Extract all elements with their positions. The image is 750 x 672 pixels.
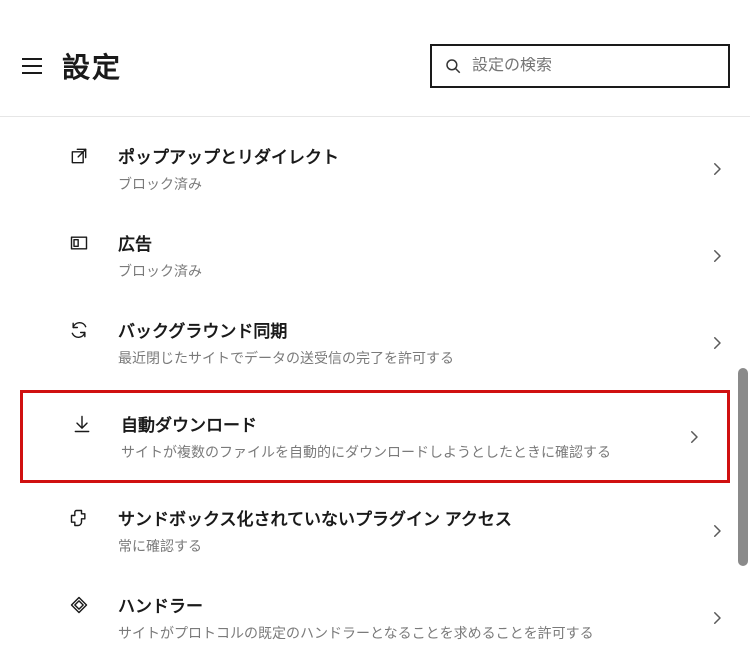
chevron-right-icon [708,334,726,352]
search-icon [444,57,462,75]
chevron-right-icon [685,428,703,446]
menu-icon[interactable] [22,58,42,74]
chevron-right-icon [708,247,726,265]
chevron-right-icon [708,522,726,540]
setting-desc: 常に確認する [118,536,700,556]
setting-row-download[interactable]: 自動ダウンロード サイトが複数のファイルを自動的にダウンロードしようとしたときに… [23,393,727,480]
chevron-right-icon [708,609,726,627]
setting-title: ポップアップとリダイレクト [118,143,700,168]
external-link-icon [68,145,90,167]
setting-title: 自動ダウンロード [121,411,677,436]
plugin-icon [68,507,90,529]
setting-desc: ブロック済み [118,174,700,194]
setting-row-external-link[interactable]: ポップアップとリダイレクト ブロック済み [0,125,750,212]
setting-title: バックグラウンド同期 [118,317,700,342]
setting-row-handler[interactable]: ハンドラー サイトがプロトコルの既定のハンドラーとなることを求めることを許可する [0,574,750,661]
chevron-right-icon [708,160,726,178]
ad-icon [68,232,90,254]
setting-desc: ブロック済み [118,261,700,281]
setting-row-plugin[interactable]: サンドボックス化されていないプラグイン アクセス 常に確認する [0,487,750,574]
scrollbar[interactable] [738,368,748,566]
setting-row-ad[interactable]: 広告 ブロック済み [0,212,750,299]
setting-title: 広告 [118,230,700,255]
setting-title: ハンドラー [118,592,700,617]
highlight-box: 自動ダウンロード サイトが複数のファイルを自動的にダウンロードしようとしたときに… [20,390,730,483]
setting-desc: サイトがプロトコルの既定のハンドラーとなることを求めることを許可する [118,623,700,643]
page-title: 設定 [62,46,122,86]
download-icon [71,413,93,435]
search-box[interactable] [430,44,730,88]
setting-title: サンドボックス化されていないプラグイン アクセス [118,505,700,530]
setting-desc: サイトが複数のファイルを自動的にダウンロードしようとしたときに確認する [121,442,677,462]
setting-row-sync[interactable]: バックグラウンド同期 最近閉じたサイトでデータの送受信の完了を許可する [0,299,750,386]
search-input[interactable] [472,57,716,75]
sync-icon [68,319,90,341]
setting-desc: 最近閉じたサイトでデータの送受信の完了を許可する [118,348,700,368]
handler-icon [68,594,90,616]
